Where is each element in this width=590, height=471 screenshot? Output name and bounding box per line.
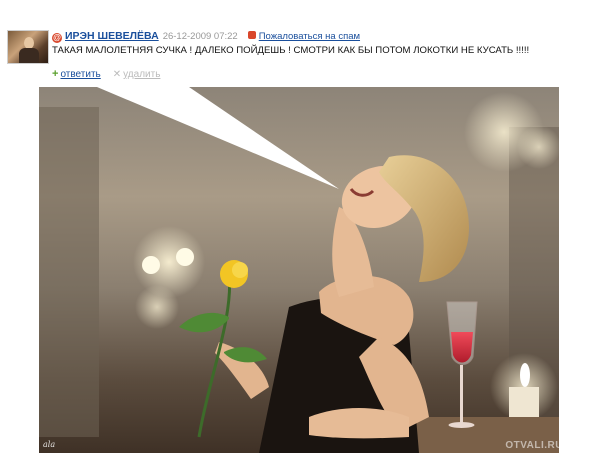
at-icon: @	[52, 33, 62, 43]
warning-icon	[247, 31, 256, 39]
watermark-right: OTVALI.RU	[505, 440, 559, 451]
avatar[interactable]	[7, 30, 49, 64]
delete-link[interactable]: удалить	[123, 69, 160, 80]
report-spam-link[interactable]: Пожаловаться на спам	[259, 31, 360, 42]
watermark-left: ala	[43, 440, 56, 449]
x-icon: ✕	[112, 69, 122, 80]
comment: @ ИРЭН ШЕВЕЛЁВА 26-12-2009 07:22 Пожаловать…	[0, 0, 590, 84]
comment-date: 26-12-2009 07:22	[162, 31, 238, 42]
comment-photo[interactable]: ala OTVALI.RU	[39, 87, 559, 453]
comment-actions: + ответить ✕ удалить	[52, 67, 160, 82]
reply-link[interactable]: ответить	[60, 69, 100, 80]
comment-text: ТАКАЯ МАЛОЛЕТНЯЯ СУЧКА ! ДАЛЕКО ПОЙДЕШЬ …	[52, 45, 530, 56]
photo-illustration	[39, 87, 559, 453]
avatar-body	[19, 48, 39, 63]
comment-header: @ ИРЭН ШЕВЕЛЁВА 26-12-2009 07:22 Пожаловать…	[52, 29, 360, 43]
author-link[interactable]: ИРЭН ШЕВЕЛЁВА	[65, 30, 159, 42]
plus-icon: +	[52, 68, 59, 80]
